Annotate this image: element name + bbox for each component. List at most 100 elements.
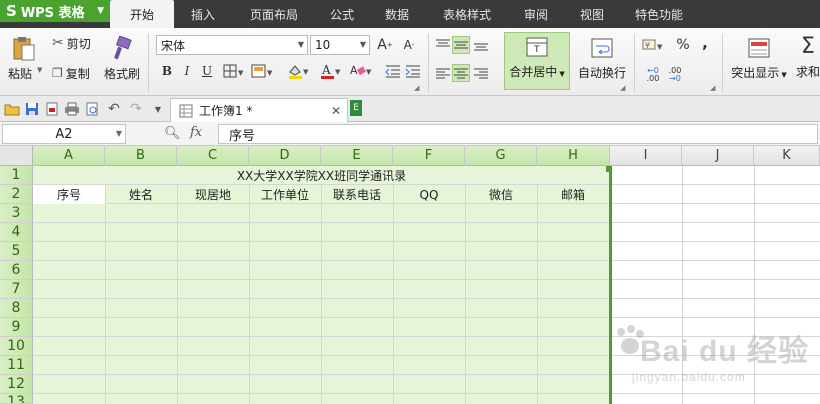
borders-icon[interactable]: ▼ (222, 62, 246, 80)
wps-logo-icon: S (6, 2, 17, 20)
copy-button[interactable]: ❐ 复制 (52, 64, 90, 82)
tab-insert[interactable]: 插入 (174, 0, 232, 28)
wrap-text-button[interactable]: 自动换行 (576, 32, 628, 90)
clear-format-icon[interactable]: A ▼ (348, 62, 374, 80)
shrink-font-icon[interactable]: A- (400, 36, 418, 54)
font-color-icon[interactable]: A ▼ (318, 62, 344, 80)
tab-home[interactable]: 开始 (110, 0, 174, 28)
chevron-down-icon: ▼ (97, 6, 104, 16)
sum-button[interactable]: Σ 求和 (796, 32, 820, 90)
name-box[interactable]: A2 ▼ (2, 124, 126, 144)
decrease-indent-icon[interactable] (384, 62, 402, 80)
row-header-12[interactable]: 12 (0, 375, 33, 394)
column-header-F[interactable]: F (393, 146, 465, 166)
row-header-4[interactable]: 4 (0, 223, 33, 242)
format-painter-button[interactable] (108, 34, 136, 64)
fill-color-icon[interactable]: ▼ (286, 62, 312, 80)
header-cell-employer[interactable]: 工作单位 (249, 185, 321, 204)
header-cell-name[interactable]: 姓名 (105, 185, 177, 204)
row-header-13[interactable]: 13 (0, 394, 33, 404)
column-header-A[interactable]: A (33, 146, 105, 166)
row-header-6[interactable]: 6 (0, 261, 33, 280)
bold-button[interactable]: B (158, 62, 176, 80)
select-all-corner[interactable] (0, 146, 33, 166)
column-header-G[interactable]: G (465, 146, 537, 166)
row-header-7[interactable]: 7 (0, 280, 33, 299)
app-menu-button[interactable]: S WPS 表格 ▼ (0, 0, 110, 22)
column-header-D[interactable]: D (249, 146, 321, 166)
column-header-C[interactable]: C (177, 146, 249, 166)
tab-view[interactable]: 视图 (564, 0, 620, 28)
row-header-10[interactable]: 10 (0, 337, 33, 356)
tab-data[interactable]: 数据 (368, 0, 426, 28)
undo-icon[interactable]: ↶ (106, 101, 122, 117)
header-cell-phone[interactable]: 联系电话 (321, 185, 393, 204)
row-header-1[interactable]: 1 (0, 166, 33, 185)
column-header-H[interactable]: H (537, 146, 610, 166)
row-header-11[interactable]: 11 (0, 356, 33, 375)
font-dialog-launcher-icon[interactable]: ◢ (414, 84, 419, 92)
tab-formulas[interactable]: 公式 (316, 0, 368, 28)
column-header-B[interactable]: B (105, 146, 177, 166)
align-left-icon[interactable] (434, 64, 452, 82)
column-header-K[interactable]: K (754, 146, 820, 166)
svg-text:¥: ¥ (645, 41, 650, 50)
merged-title-cell[interactable]: XX大学XX学院XX班同学通讯录 (33, 166, 610, 185)
row-header-5[interactable]: 5 (0, 242, 33, 261)
column-header-J[interactable]: J (682, 146, 754, 166)
export-pdf-icon[interactable] (44, 101, 60, 117)
cell-style-icon[interactable]: ▼ (250, 62, 276, 80)
customize-toolbar-icon[interactable]: ▼ (150, 101, 166, 117)
row-header-3[interactable]: 3 (0, 204, 33, 223)
alignment-dialog-launcher-icon[interactable]: ◢ (620, 84, 625, 92)
row-header-2[interactable]: 2 (0, 185, 33, 204)
paste-dropdown-icon[interactable]: ▼ (37, 66, 42, 74)
number-dialog-launcher-icon[interactable]: ◢ (710, 84, 715, 92)
row-header-9[interactable]: 9 (0, 318, 33, 337)
header-cell-residence[interactable]: 现居地 (177, 185, 249, 204)
paste-button[interactable] (10, 34, 38, 64)
increase-indent-icon[interactable] (404, 62, 422, 80)
save-icon[interactable] (24, 101, 40, 117)
header-cell-wechat[interactable]: 微信 (465, 185, 537, 204)
italic-button[interactable]: I (178, 62, 196, 80)
align-middle-icon[interactable] (452, 36, 470, 54)
print-icon[interactable] (64, 101, 80, 117)
cut-button[interactable]: ✂ 剪切 (52, 34, 91, 52)
open-folder-icon[interactable] (4, 101, 20, 117)
grow-font-icon[interactable]: A + (376, 36, 394, 54)
row-header-8[interactable]: 8 (0, 299, 33, 318)
tab-page-layout[interactable]: 页面布局 (232, 0, 316, 28)
fill-handle[interactable] (606, 166, 612, 172)
increase-decimal-button[interactable]: ←0 .00 (642, 64, 664, 86)
redo-icon[interactable]: ↷ (128, 101, 144, 117)
header-cell-email[interactable]: 邮箱 (537, 185, 609, 204)
highlight-button[interactable]: 突出显示 ▼ (726, 32, 792, 90)
font-name-combo[interactable]: 宋体 ▼ (156, 35, 308, 55)
align-right-icon[interactable] (472, 64, 490, 82)
column-header-E[interactable]: E (321, 146, 393, 166)
decrease-decimal-button[interactable]: .00 →0 (664, 64, 686, 86)
align-center-icon[interactable] (452, 64, 470, 82)
comma-button[interactable]: , (696, 34, 714, 52)
underline-button[interactable]: U (198, 62, 216, 80)
merge-center-button[interactable]: T 合并居中 ▼ (504, 32, 570, 90)
header-cell-qq[interactable]: QQ (393, 185, 465, 204)
align-top-icon[interactable] (434, 36, 452, 54)
document-tab[interactable]: 工作簿1 * ✕ (170, 98, 348, 122)
new-tab-icon[interactable]: E (350, 100, 362, 116)
print-preview-icon[interactable] (84, 101, 100, 117)
header-cell-seq[interactable]: 序号 (33, 185, 105, 204)
insert-function-button[interactable]: fx (190, 125, 202, 140)
font-size-combo[interactable]: 10 ▼ (310, 35, 370, 55)
tab-special-features[interactable]: 特色功能 (620, 0, 698, 28)
close-icon[interactable]: ✕ (331, 104, 341, 118)
column-header-I[interactable]: I (610, 146, 682, 166)
align-bottom-icon[interactable] (472, 36, 490, 54)
tab-review[interactable]: 审阅 (508, 0, 564, 28)
formula-input[interactable]: 序号 (218, 124, 818, 144)
zoom-icon[interactable]: 🔍︎ (164, 126, 181, 141)
tab-table-style[interactable]: 表格样式 (426, 0, 508, 28)
percent-button[interactable]: % (674, 36, 692, 54)
currency-format-icon[interactable]: ¥ ▼ (642, 36, 666, 54)
